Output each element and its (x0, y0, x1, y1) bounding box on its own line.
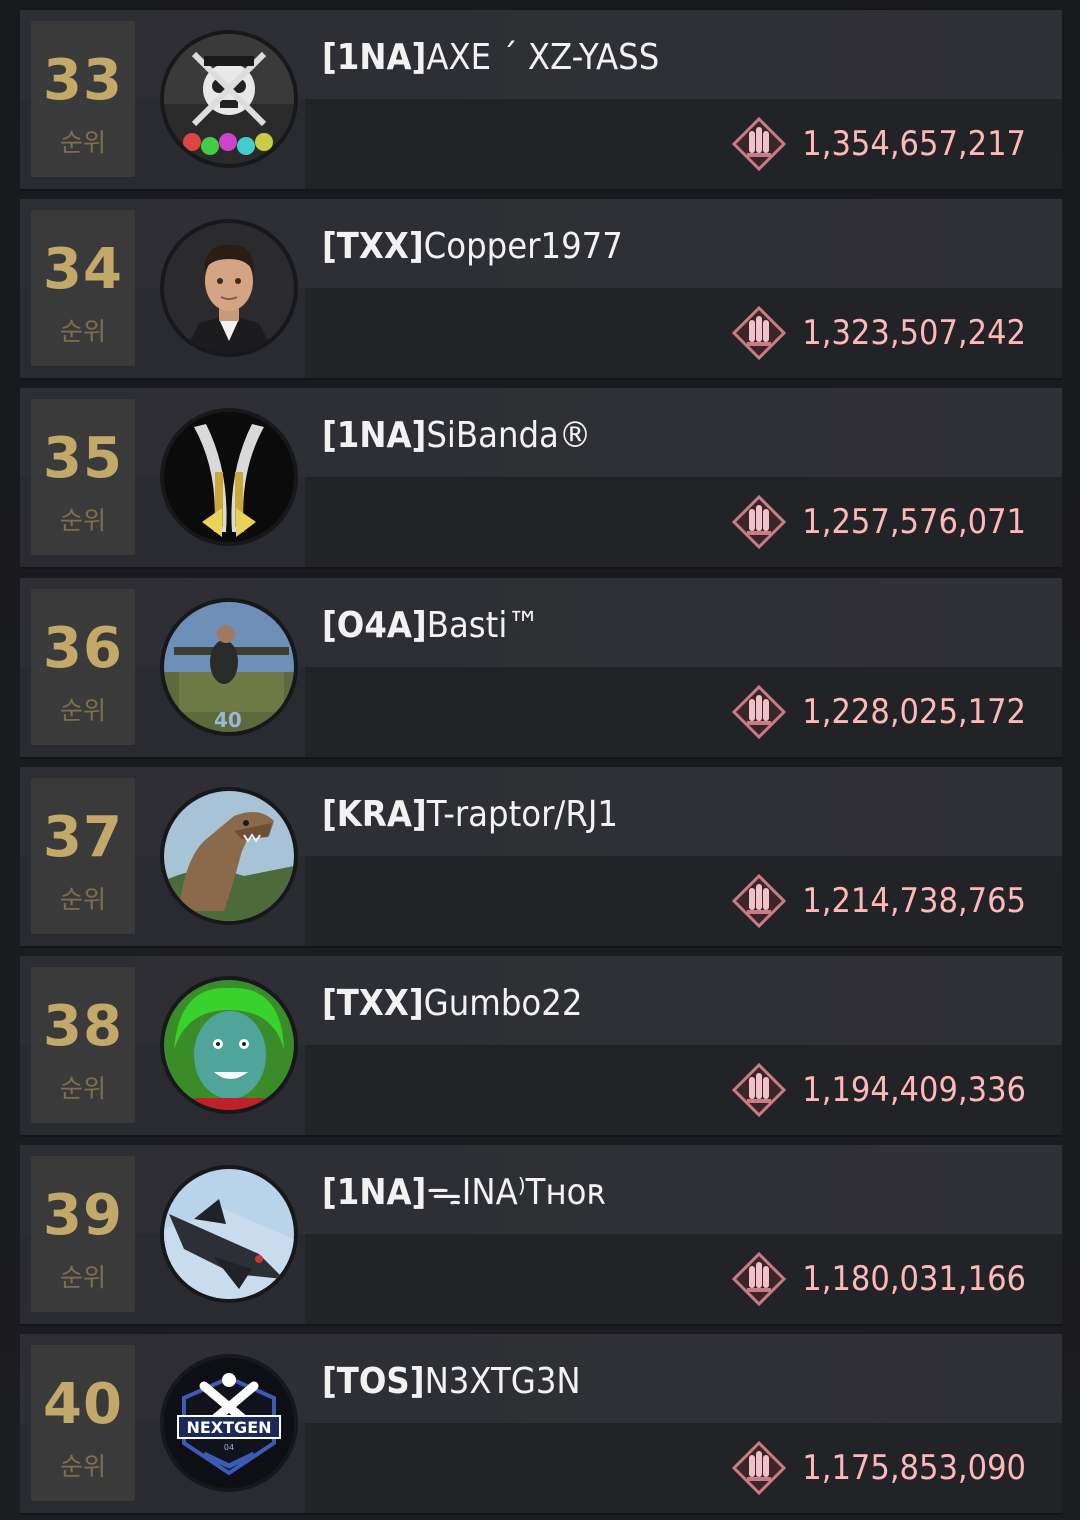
player-nickname: AXE ´ XZ-YASS (426, 37, 660, 78)
nextgen-logo-sub: 04 (224, 1443, 234, 1452)
bullets-emblem-icon (732, 495, 787, 549)
score-display: 1,180,031,166 (732, 1252, 1026, 1306)
player-nickname: Basti™ (426, 605, 540, 646)
leaderboard-row[interactable]: 37 순위 [KRA]T-raptor/RJ1 1,214,738,765 (20, 767, 1062, 946)
rank-number: 37 (43, 805, 123, 870)
player-nickname: Copper1977 (423, 226, 623, 267)
player-nickname: T-raptor/RJ1 (426, 794, 618, 835)
leaderboard-row[interactable]: 40 순위 NEXTGEN 04 [TOS]N3XTG3N 1,175,853,… (20, 1334, 1062, 1513)
player-name: [TOS]N3XTG3N (322, 1362, 581, 1402)
score-display: 1,354,657,217 (732, 117, 1026, 171)
clan-tag: [TXX] (322, 983, 424, 1024)
rank-badge: 33 순위 (31, 21, 135, 177)
score-value: 1,175,853,090 (802, 1448, 1026, 1488)
rank-number: 35 (43, 426, 123, 491)
score-value: 1,228,025,172 (802, 692, 1026, 732)
player-name: [1NA]SiBanda® (322, 416, 591, 456)
rank-number: 33 (43, 48, 123, 113)
player-name: [TXX]Copper1977 (322, 227, 623, 267)
score-value: 1,257,576,071 (802, 502, 1026, 542)
rank-number: 40 (43, 1372, 123, 1437)
rank-badge: 38 순위 (31, 967, 135, 1123)
rank-suffix: 순위 (59, 128, 106, 157)
score-display: 1,214,738,765 (732, 874, 1026, 928)
score-value: 1,194,409,336 (802, 1070, 1026, 1110)
rank-badge: 40 순위 (31, 1345, 135, 1501)
clan-tag: [TOS] (322, 1361, 425, 1402)
leaderboard-row[interactable]: 36 순위 40 [O4A]Basti™ 1,228,025,172 (20, 578, 1062, 757)
rank-suffix: 순위 (59, 696, 106, 725)
clan-tag: [TXX] (322, 226, 424, 267)
clan-tag: [KRA] (322, 794, 427, 835)
score-value: 1,180,031,166 (802, 1259, 1026, 1299)
rank-number: 34 (43, 237, 123, 302)
player-name: [1NA]AXE ´ XZ-YASS (322, 38, 659, 78)
rank-badge: 39 순위 (31, 1156, 135, 1312)
leaderboard: 33 순위 [1NA]AXE ´ XZ-YASS 1,354,657,217 3… (0, 0, 1080, 1520)
score-display: 1,228,025,172 (732, 685, 1026, 739)
rank-number: 38 (43, 994, 123, 1059)
player-name: [KRA]T-raptor/RJ1 (322, 795, 618, 835)
score-display: 1,257,576,071 (732, 495, 1026, 549)
bullets-emblem-icon (732, 1441, 787, 1495)
player-name: [TXX]Gumbo22 (322, 984, 582, 1024)
svg-text:40: 40 (214, 708, 242, 732)
player-name: [1NA]ᯓINA⁾Tʜᴏʀ (322, 1173, 606, 1213)
score-display: 1,194,409,336 (732, 1063, 1026, 1117)
leaderboard-row[interactable]: 35 순위 [1NA]SiBanda® 1,257,576,071 (20, 388, 1062, 567)
score-display: 1,175,853,090 (732, 1441, 1026, 1495)
score-value: 1,214,738,765 (802, 881, 1026, 921)
nextgen-logo-word: NEXTGEN (186, 1418, 271, 1437)
player-nickname: N3XTG3N (424, 1361, 581, 1402)
rank-suffix: 순위 (59, 317, 106, 346)
score-value: 1,354,657,217 (802, 124, 1026, 164)
clan-tag: [O4A] (322, 605, 427, 646)
crest-emblem-avatar[interactable] (160, 408, 298, 546)
rank-badge: 35 순위 (31, 399, 135, 555)
rank-suffix: 순위 (59, 1074, 106, 1103)
score-value: 1,323,507,242 (802, 313, 1026, 353)
rank-suffix: 순위 (59, 1452, 106, 1481)
leaderboard-row[interactable]: 38 순위 [TXX]Gumbo22 1,194,409,336 (20, 956, 1062, 1135)
leaderboard-row[interactable]: 33 순위 [1NA]AXE ´ XZ-YASS 1,354,657,217 (20, 10, 1062, 189)
rank-badge: 36 순위 (31, 589, 135, 745)
rank-number: 39 (43, 1183, 123, 1248)
clan-tag: [1NA] (322, 37, 427, 78)
clan-tag: [1NA] (322, 1172, 427, 1213)
rank-suffix: 순위 (59, 1263, 106, 1292)
man-in-suit-avatar[interactable] (160, 219, 298, 357)
bullets-emblem-icon (732, 117, 787, 171)
player-name: [O4A]Basti™ (322, 606, 540, 646)
leaderboard-row[interactable]: 34 순위 [TXX]Copper1977 1,323,507,242 (20, 199, 1062, 378)
green-hair-face-avatar[interactable] (160, 976, 298, 1114)
bullets-emblem-icon (732, 1252, 787, 1306)
player-nickname: SiBanda® (426, 415, 592, 456)
t-rex-avatar[interactable] (160, 787, 298, 925)
player-nickname: Gumbo22 (423, 983, 583, 1024)
bullets-emblem-icon (732, 685, 787, 739)
rank-suffix: 순위 (59, 885, 106, 914)
fighter-jet-avatar[interactable] (160, 1165, 298, 1303)
score-display: 1,323,507,242 (732, 306, 1026, 360)
soldier-on-tank-avatar[interactable]: 40 (160, 598, 298, 736)
rank-suffix: 순위 (59, 506, 106, 535)
rank-badge: 37 순위 (31, 778, 135, 934)
player-nickname: ᯓINA⁾Tʜᴏʀ (426, 1172, 606, 1213)
nextgen-logo-avatar[interactable]: NEXTGEN 04 (160, 1354, 298, 1492)
bullets-emblem-icon (732, 874, 787, 928)
clan-tag: [1NA] (322, 415, 427, 456)
bullets-emblem-icon (732, 306, 787, 360)
bullets-emblem-icon (732, 1063, 787, 1117)
leaderboard-row[interactable]: 39 순위 [1NA]ᯓINA⁾Tʜᴏʀ 1,180,031,166 (20, 1145, 1062, 1324)
skull-crossbones-avatar[interactable] (160, 30, 298, 168)
rank-number: 36 (43, 616, 123, 681)
rank-badge: 34 순위 (31, 210, 135, 366)
